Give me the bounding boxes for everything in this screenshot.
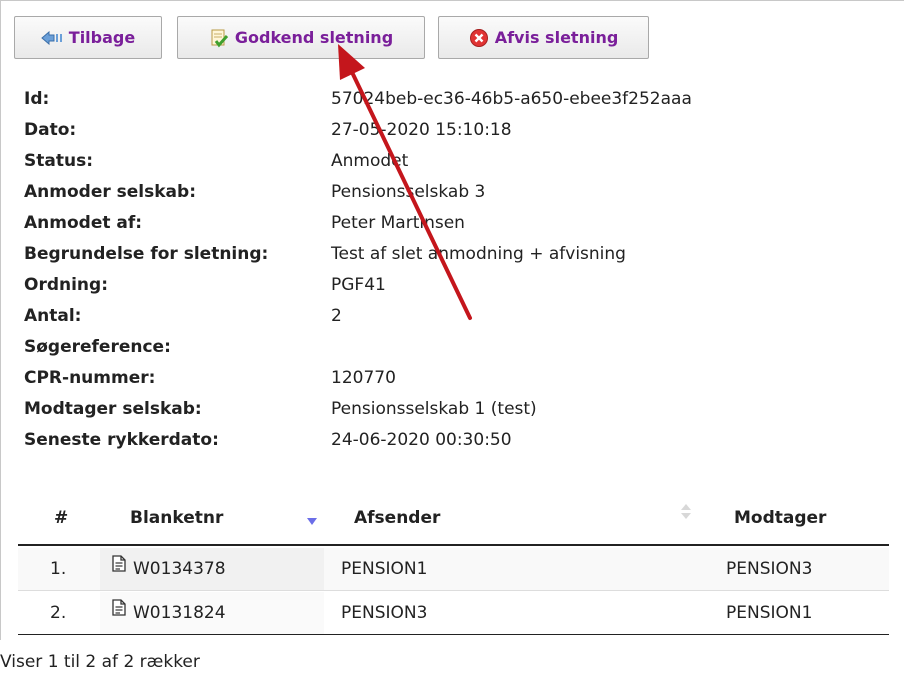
detail-date: Dato: 27-05-2020 15:10:18 xyxy=(24,115,884,145)
detail-search-reference: Søgereference: xyxy=(24,332,884,362)
window-top-border xyxy=(0,0,904,1)
detail-label: Antal: xyxy=(24,306,82,326)
column-header-sender[interactable]: Afsender xyxy=(354,508,440,528)
detail-count: Antal: 2 xyxy=(24,301,884,331)
receiver-cell: PENSION1 xyxy=(726,603,813,623)
sender-cell: PENSION1 xyxy=(341,559,428,579)
approve-deletion-label: Godkend sletning xyxy=(234,28,394,47)
blanketnr-cell[interactable]: W0134378 xyxy=(112,548,226,591)
table-row[interactable]: 2. W0131824 PENSION3 PENSION1 xyxy=(18,592,889,635)
detail-value: Anmodet xyxy=(331,151,409,171)
row-number: 1. xyxy=(50,559,67,579)
window-left-border xyxy=(0,0,1,640)
sortable-icon xyxy=(681,504,691,524)
detail-label: Seneste rykkerdato: xyxy=(24,430,219,450)
detail-receiving-company: Modtager selskab: Pensionsselskab 1 (tes… xyxy=(24,394,884,424)
detail-id: Id: 57024beb-ec36-46b5-a650-ebee3f252aaa xyxy=(24,84,884,114)
reject-deletion-button[interactable]: Afvis sletning xyxy=(438,16,649,59)
sender-cell: PENSION3 xyxy=(341,603,428,623)
detail-cpr-number: CPR-nummer: 120770 xyxy=(24,363,884,393)
blanketnr-value: W0131824 xyxy=(133,603,226,623)
detail-label: Status: xyxy=(24,151,93,171)
reject-deletion-label: Afvis sletning xyxy=(494,28,619,47)
detail-label: Id: xyxy=(24,89,50,109)
back-button-label: Tilbage xyxy=(68,28,136,47)
blanketnr-value: W0134378 xyxy=(133,559,226,579)
column-header-number[interactable]: # xyxy=(54,508,68,528)
detail-value: 24-06-2020 00:30:50 xyxy=(331,430,512,450)
row-number: 2. xyxy=(50,603,67,623)
detail-value: 2 xyxy=(331,306,342,326)
table-info: Viser 1 til 2 af 2 rækker xyxy=(0,652,200,672)
detail-value: Peter Martinsen xyxy=(331,213,465,233)
detail-value: 120770 xyxy=(331,368,396,388)
detail-label: CPR-nummer: xyxy=(24,368,156,388)
document-icon xyxy=(112,546,126,589)
detail-scheme: Ordning: PGF41 xyxy=(24,270,884,300)
column-header-blanketnr[interactable]: Blanketnr xyxy=(130,508,223,528)
detail-reason: Begrundelse for sletning: Test af slet a… xyxy=(24,239,884,269)
detail-label: Anmodet af: xyxy=(24,213,143,233)
approve-deletion-button[interactable]: Godkend sletning xyxy=(177,16,425,59)
document-icon xyxy=(112,590,126,633)
detail-status: Status: Anmodet xyxy=(24,146,884,176)
detail-value: 57024beb-ec36-46b5-a650-ebee3f252aaa xyxy=(331,89,692,109)
detail-latest-reminder-date: Seneste rykkerdato: 24-06-2020 00:30:50 xyxy=(24,425,884,455)
detail-label: Ordning: xyxy=(24,275,109,295)
detail-requesting-company: Anmoder selskab: Pensionsselskab 3 xyxy=(24,177,884,207)
detail-value: 27-05-2020 15:10:18 xyxy=(331,120,512,140)
detail-value: PGF41 xyxy=(331,275,386,295)
table-row[interactable]: 1. W0134378 PENSION1 PENSION3 xyxy=(18,548,889,591)
sort-descending-icon xyxy=(307,518,317,525)
reject-circle-icon xyxy=(469,28,489,48)
detail-value: Test af slet anmodning + afvisning xyxy=(331,244,626,264)
approve-document-icon xyxy=(209,28,229,48)
detail-label: Søgereference: xyxy=(24,337,171,357)
blanketnr-cell[interactable]: W0131824 xyxy=(112,592,226,635)
detail-value: Pensionsselskab 1 (test) xyxy=(331,399,537,419)
back-button[interactable]: Tilbage xyxy=(14,16,162,59)
detail-label: Dato: xyxy=(24,120,77,140)
detail-requested-by: Anmodet af: Peter Martinsen xyxy=(24,208,884,238)
detail-label: Modtager selskab: xyxy=(24,399,202,419)
detail-label: Anmoder selskab: xyxy=(24,182,196,202)
detail-value: Pensionsselskab 3 xyxy=(331,182,486,202)
table-header: # Blanketnr Afsender Modtager xyxy=(18,494,889,546)
receiver-cell: PENSION3 xyxy=(726,559,813,579)
column-header-receiver[interactable]: Modtager xyxy=(734,508,826,528)
detail-label: Begrundelse for sletning: xyxy=(24,244,269,264)
back-arrow-icon xyxy=(41,30,63,45)
